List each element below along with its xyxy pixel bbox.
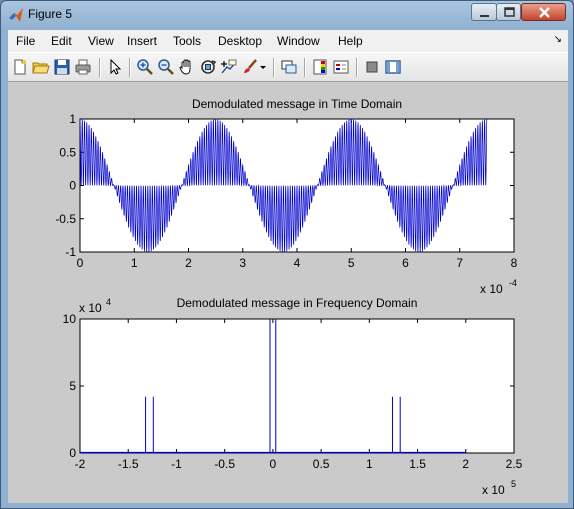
time-x-exponent: -4 — [509, 278, 517, 288]
menu-tools[interactable]: Tools — [173, 34, 201, 48]
new-figure-icon[interactable] — [11, 58, 29, 76]
menu-file[interactable]: File — [16, 34, 35, 48]
freq-y-exponent: 4 — [106, 297, 111, 307]
x-tick-label: 0 — [270, 457, 277, 471]
toolbar-separator — [273, 58, 275, 77]
x-tick-label: 5 — [348, 256, 355, 270]
open-file-icon[interactable] — [32, 58, 50, 76]
x-tick-label: 2.5 — [506, 457, 523, 471]
time-domain-axes[interactable]: Demodulated message in Time Domain 0 1 2 3 4… — [55, 97, 517, 296]
x-tick-label: 0.5 — [313, 457, 330, 471]
y-tick-label: 1 — [69, 112, 76, 126]
y-tick-label: 0.5 — [59, 145, 76, 159]
toolbar-separator — [99, 58, 101, 77]
freq-x-multiplier: x 10 — [482, 483, 505, 497]
minimize-button[interactable] — [471, 3, 497, 21]
x-tick-label: 7 — [456, 256, 463, 270]
figure-window: Figure 5 File Edit View Insert Tools Des… — [0, 0, 574, 509]
data-cursor-icon[interactable] — [220, 58, 238, 76]
window-title: Figure 5 — [28, 7, 73, 21]
x-tick-label: 0 — [77, 256, 84, 270]
colorbar-icon[interactable] — [311, 58, 329, 76]
minimize-icon — [480, 15, 489, 17]
x-tick-label: 4 — [294, 256, 301, 270]
x-tick-label: 1 — [131, 256, 138, 270]
y-tick-label: -0.5 — [55, 212, 76, 226]
x-tick-label: -1 — [171, 457, 182, 471]
save-icon[interactable] — [53, 58, 71, 76]
y-tick-label: 10 — [63, 312, 77, 326]
menu-insert[interactable]: Insert — [127, 34, 157, 48]
y-tick-label: 5 — [69, 379, 76, 393]
menu-help[interactable]: Help — [338, 34, 363, 48]
zoom-in-icon[interactable] — [136, 58, 154, 76]
brush-icon[interactable] — [241, 58, 259, 76]
time-plot-title: Demodulated message in Time Domain — [192, 97, 402, 111]
y-tick-label: 0 — [69, 446, 76, 460]
close-icon — [539, 7, 550, 18]
figure-canvas[interactable]: Demodulated message in Time Domain 0 1 2 3 4… — [8, 82, 568, 503]
toolbar-separator — [304, 58, 306, 77]
x-tick-label: 2 — [185, 256, 192, 270]
menu-view[interactable]: View — [88, 34, 114, 48]
matlab-logo-icon — [9, 8, 23, 22]
x-tick-label: 6 — [402, 256, 409, 270]
zoom-out-icon[interactable] — [157, 58, 175, 76]
x-tick-label: 2 — [462, 457, 469, 471]
select-arrow-icon[interactable] — [106, 58, 124, 76]
menu-desktop[interactable]: Desktop — [218, 34, 262, 48]
x-tick-label: 3 — [239, 256, 246, 270]
figure-client: File Edit View Insert Tools Desktop Wind… — [8, 30, 568, 503]
chevron-down-icon[interactable] — [259, 58, 267, 76]
hide-plot-tools-icon[interactable] — [363, 58, 381, 76]
rotate-3d-icon[interactable] — [199, 58, 217, 76]
close-button[interactable] — [521, 3, 566, 21]
maximize-button[interactable] — [496, 3, 521, 21]
x-tick-label: -1.5 — [118, 457, 139, 471]
y-tick-label: 0 — [69, 179, 76, 193]
link-plot-icon[interactable] — [280, 58, 298, 76]
x-tick-label: -0.5 — [214, 457, 235, 471]
maximize-icon — [504, 7, 515, 17]
x-tick-label: 8 — [511, 256, 518, 270]
time-x-multiplier: x 10 — [480, 282, 503, 296]
y-tick-label: -1 — [65, 245, 76, 259]
freq-y-multiplier: x 10 — [79, 301, 102, 315]
menu-window[interactable]: Window — [277, 34, 320, 48]
print-icon[interactable] — [74, 58, 92, 76]
freq-plot-title: Demodulated message in Frequency Domain — [177, 296, 418, 310]
legend-icon[interactable] — [332, 58, 350, 76]
pan-hand-icon[interactable] — [178, 58, 196, 76]
figure-toolbar — [8, 52, 568, 82]
toolbar-separator — [356, 58, 358, 77]
x-tick-label: -2 — [75, 457, 86, 471]
show-plot-tools-icon[interactable] — [384, 58, 402, 76]
x-tick-label: 1 — [366, 457, 373, 471]
menu-bar: File Edit View Insert Tools Desktop Wind… — [8, 30, 568, 52]
x-tick-label: 1.5 — [409, 457, 426, 471]
title-bar[interactable]: Figure 5 — [1, 1, 573, 29]
freq-x-exponent: 5 — [511, 479, 516, 489]
frequency-domain-axes[interactable]: Demodulated message in Frequency Domain … — [63, 296, 523, 497]
menu-edit[interactable]: Edit — [51, 34, 72, 48]
menu-overflow-icon[interactable]: ↘ — [554, 34, 562, 45]
toolbar-separator — [129, 58, 131, 77]
